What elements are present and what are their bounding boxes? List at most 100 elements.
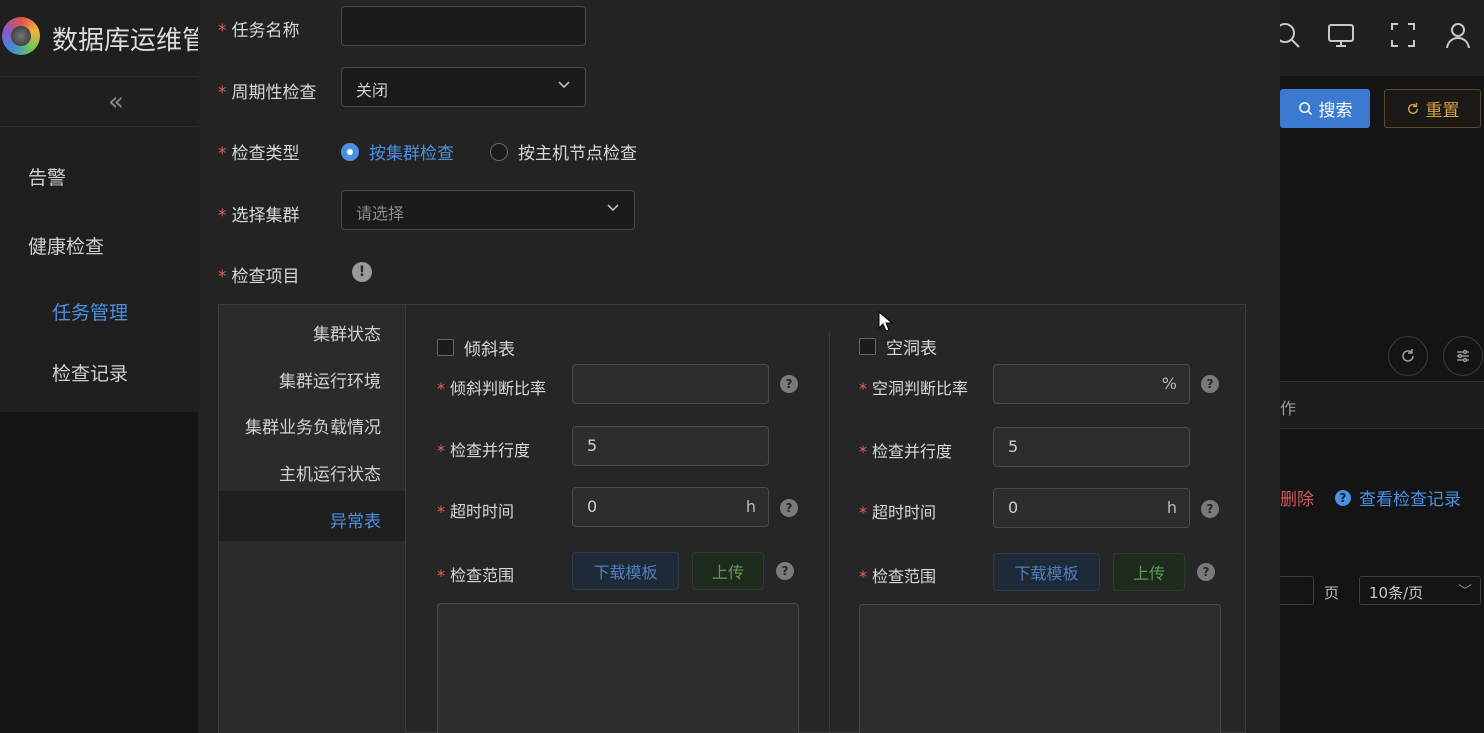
skew-range-label: * 检查范围 xyxy=(437,566,515,585)
skew-table-checkbox[interactable]: 倾斜表 xyxy=(437,335,515,360)
sliders-icon xyxy=(1457,349,1469,363)
cluster-label: * 选择集群 xyxy=(218,206,300,226)
page-unit-label: 页 xyxy=(1324,584,1340,602)
sidebar-collapse[interactable]: « xyxy=(0,77,200,127)
checkbox-box xyxy=(859,338,876,355)
page-size-value: 10条/页 xyxy=(1369,584,1424,602)
radio-by-host-node[interactable]: 按主机节点检查 xyxy=(490,139,637,164)
skew-parallel-input[interactable]: 5 xyxy=(572,426,769,466)
radio-dot xyxy=(490,142,508,161)
hole-timeout-input[interactable]: 0 h xyxy=(993,488,1190,528)
create-task-modal: * 任务名称 * 周期性检查 关闭 * 检查类型 按集群检查 按主机节点检查 * 选择集… xyxy=(198,0,1280,733)
hole-range-textarea[interactable] xyxy=(859,604,1221,733)
hole-parallel-input[interactable]: 5 xyxy=(993,427,1190,467)
search-icon xyxy=(1298,102,1312,116)
help-icon[interactable]: ? xyxy=(1197,563,1215,581)
periodic-check-select[interactable]: 关闭 xyxy=(341,67,586,107)
skew-ratio-input[interactable] xyxy=(572,364,769,404)
tab-abnormal-tables[interactable]: 异常表 xyxy=(330,507,381,532)
download-template-button[interactable]: 下载模板 xyxy=(572,552,679,590)
table-header: 作 xyxy=(1280,381,1484,429)
check-items-label: * 检查项目 xyxy=(218,267,300,287)
check-category-tabs: 集群状态 集群运行环境 集群业务负载情况 主机运行状态 异常表 xyxy=(219,305,406,733)
task-name-label: * 任务名称 xyxy=(218,21,300,41)
hour-unit: h xyxy=(1166,498,1177,517)
skew-parallel-value: 5 xyxy=(587,436,598,455)
hole-table-checkbox[interactable]: 空洞表 xyxy=(859,334,937,359)
hole-table-label: 空洞表 xyxy=(886,339,937,359)
refresh-icon xyxy=(1402,349,1414,362)
hole-timeout-value: 0 xyxy=(1008,498,1019,517)
radio-by-cluster-label: 按集群检查 xyxy=(369,144,454,164)
tab-cluster-status[interactable]: 集群状态 xyxy=(313,320,381,345)
skew-range-textarea[interactable] xyxy=(437,603,799,733)
refresh-table-button[interactable] xyxy=(1388,336,1428,376)
double-chevron-left-icon[interactable]: « xyxy=(108,87,124,117)
view-records-link[interactable]: ? 查看检查记录 xyxy=(1335,485,1461,510)
search-button[interactable]: 搜索 xyxy=(1280,89,1370,128)
skew-timeout-input[interactable]: 0 h xyxy=(572,487,769,527)
checkbox-box xyxy=(437,339,454,356)
chevron-down-icon xyxy=(558,81,570,89)
page-size-select[interactable]: 10条/页 ﹀ xyxy=(1359,576,1481,605)
skew-timeout-label: * 超时时间 xyxy=(437,502,515,521)
radio-by-host-node-label: 按主机节点检查 xyxy=(518,144,637,164)
help-icon[interactable]: ? xyxy=(780,499,798,517)
radio-dot xyxy=(341,142,359,161)
sidebar: « 告警 健康检查 任务管理 检查记录 xyxy=(0,76,200,412)
table-header-cell: 作 xyxy=(1280,399,1297,418)
app-title: 数据库运维管 xyxy=(52,26,209,56)
help-icon[interactable]: ? xyxy=(780,375,798,393)
hour-unit: h xyxy=(745,497,756,516)
reset-button-label: 重置 xyxy=(1425,101,1460,121)
hole-parallel-label: * 检查并行度 xyxy=(859,442,953,461)
view-records-label: 查看检查记录 xyxy=(1359,490,1461,510)
delete-link[interactable]: 删除 xyxy=(1280,485,1314,510)
app-logo xyxy=(2,17,40,55)
help-icon[interactable]: ? xyxy=(1201,375,1219,393)
hole-parallel-value: 5 xyxy=(1008,437,1019,456)
reset-button[interactable]: 重置 xyxy=(1384,89,1481,128)
radio-by-cluster[interactable]: 按集群检查 xyxy=(341,139,454,164)
cluster-placeholder: 请选择 xyxy=(356,204,405,223)
upload-button[interactable]: 上传 xyxy=(692,552,764,590)
column-divider xyxy=(829,331,830,733)
hole-range-label: * 检查范围 xyxy=(859,567,937,586)
chevron-down-icon xyxy=(607,204,619,212)
fullscreen-icon[interactable] xyxy=(1388,20,1418,50)
periodic-check-value: 关闭 xyxy=(356,81,389,100)
percent-unit: % xyxy=(1161,374,1177,393)
refresh-icon xyxy=(1407,102,1418,114)
hole-ratio-input[interactable]: % xyxy=(993,364,1190,404)
mouse-cursor-icon xyxy=(878,311,894,332)
skew-parallel-label: * 检查并行度 xyxy=(437,441,531,460)
tab-host-status[interactable]: 主机运行状态 xyxy=(279,460,381,485)
hole-timeout-label: * 超时时间 xyxy=(859,503,937,522)
sidebar-item-health-check[interactable]: 健康检查 xyxy=(28,232,104,259)
monitor-icon[interactable] xyxy=(1326,20,1356,50)
sidebar-item-alerts[interactable]: 告警 xyxy=(28,163,66,190)
sidebar-item-check-records[interactable]: 检查记录 xyxy=(52,359,128,386)
user-icon[interactable] xyxy=(1443,20,1473,50)
tab-cluster-environment[interactable]: 集群运行环境 xyxy=(279,367,381,392)
task-name-input[interactable] xyxy=(341,6,586,46)
help-icon[interactable]: ? xyxy=(776,562,794,580)
question-icon: ? xyxy=(1335,489,1351,506)
skew-timeout-value: 0 xyxy=(587,497,598,516)
cluster-select[interactable]: 请选择 xyxy=(341,190,635,230)
skew-table-label: 倾斜表 xyxy=(464,340,515,360)
check-items-panel: 集群状态 集群运行环境 集群业务负载情况 主机运行状态 异常表 倾斜表 * 倾斜判… xyxy=(218,304,1246,733)
skew-ratio-label: * 倾斜判断比率 xyxy=(437,379,547,398)
hole-ratio-label: * 空洞判断比率 xyxy=(859,379,969,398)
periodic-check-label: * 周期性检查 xyxy=(218,83,317,103)
column-settings-button[interactable] xyxy=(1443,336,1483,376)
check-type-label: * 检查类型 xyxy=(218,144,300,164)
tab-cluster-workload[interactable]: 集群业务负载情况 xyxy=(245,413,381,438)
help-icon[interactable]: ? xyxy=(1201,500,1219,518)
upload-button[interactable]: 上传 xyxy=(1113,553,1185,591)
download-template-button[interactable]: 下载模板 xyxy=(993,553,1100,591)
sidebar-item-task-management[interactable]: 任务管理 xyxy=(52,298,128,325)
search-button-label: 搜索 xyxy=(1318,101,1353,121)
chevron-down-icon: ﹀ xyxy=(1458,584,1472,600)
info-icon[interactable]: ! xyxy=(352,262,372,282)
